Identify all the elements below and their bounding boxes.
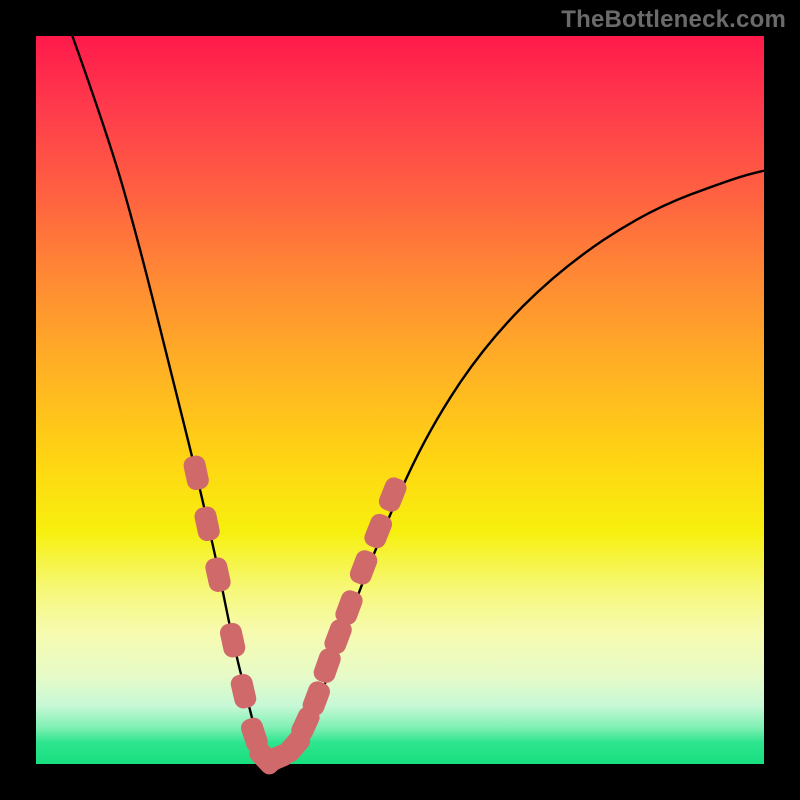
curve-svg	[36, 36, 764, 764]
marker	[204, 556, 233, 594]
marker	[229, 672, 258, 710]
chart-frame: TheBottleneck.com	[0, 0, 800, 800]
marker-group	[182, 454, 409, 778]
watermark-text: TheBottleneck.com	[561, 6, 786, 34]
marker	[182, 454, 211, 492]
bottleneck-curve	[72, 36, 764, 760]
marker	[193, 505, 222, 543]
plot-area	[36, 36, 764, 764]
marker	[218, 621, 247, 659]
